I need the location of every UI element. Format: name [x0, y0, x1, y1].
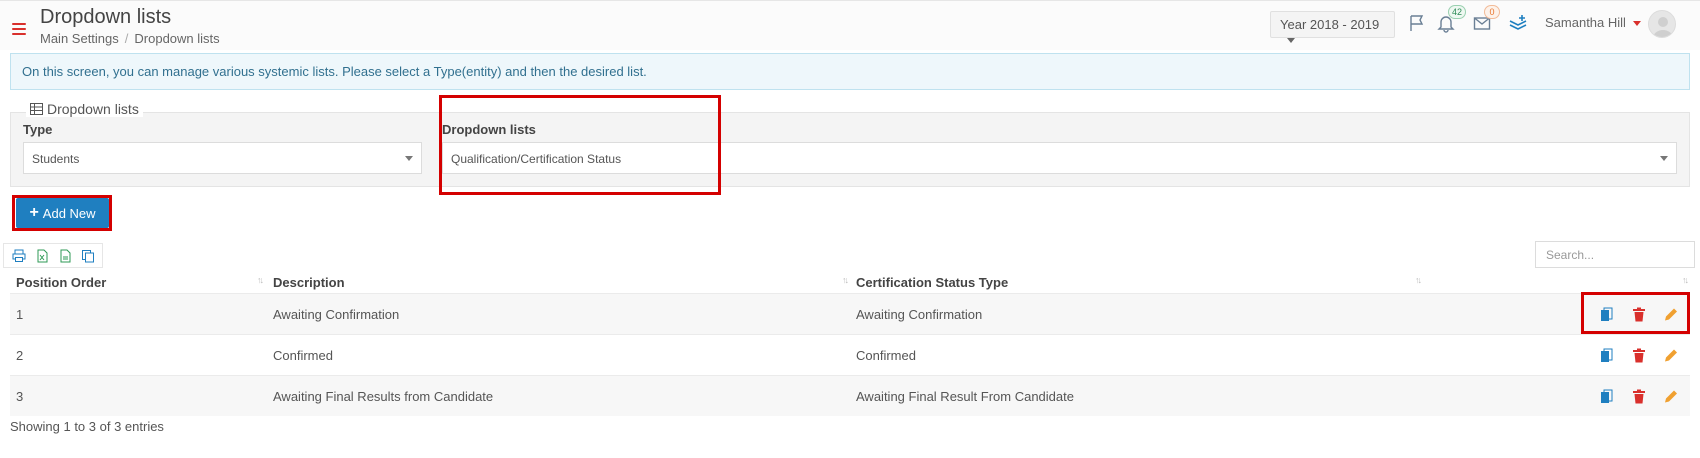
duplicate-icon[interactable] [1600, 389, 1614, 404]
description-cell: Awaiting Final Results from Candidate [273, 389, 494, 404]
notifications-badge: 42 [1448, 5, 1467, 19]
chevron-down-icon [1660, 156, 1668, 161]
highlight-add-new [12, 195, 112, 231]
export-toolbar [3, 243, 103, 268]
row-actions [1600, 389, 1678, 404]
info-note: On this screen, you can manage various s… [10, 53, 1690, 90]
table-row: 1 Awaiting Confirmation Awaiting Confirm… [10, 293, 1690, 334]
chevron-down-icon [405, 156, 413, 161]
top-bar: Dropdown lists Main Settings / Dropdown li… [0, 0, 1700, 50]
highlight-dropdown-list [439, 95, 721, 195]
copy-icon[interactable] [81, 249, 95, 263]
sort-asc-icon[interactable]: ↑↓ [257, 275, 264, 285]
position-order-cell: 2 [16, 348, 24, 363]
delete-icon[interactable] [1632, 348, 1646, 363]
sort-icon[interactable]: ↑↓ [1682, 275, 1689, 285]
layers-add-icon[interactable] [1508, 13, 1530, 35]
column-header-description[interactable]: Description [273, 275, 345, 290]
menu-icon[interactable] [12, 23, 26, 35]
type-label: Type [23, 122, 53, 137]
user-menu[interactable]: Samantha Hill [1545, 15, 1641, 30]
table-row: 2 Confirmed Confirmed [10, 334, 1690, 375]
filter-legend: Dropdown lists [26, 101, 143, 117]
table-header: Position Order ↑↓ Description ↑↓ Certifi… [10, 270, 1690, 293]
breadcrumb: Main Settings / Dropdown lists [40, 31, 220, 46]
avatar[interactable] [1648, 10, 1676, 38]
year-select[interactable]: Year 2018 - 2019 [1270, 11, 1395, 44]
page-title: Dropdown lists [40, 6, 172, 28]
sort-icon[interactable]: ↑↓ [842, 275, 849, 285]
status-type-cell: Awaiting Final Result From Candidate [856, 389, 1074, 404]
description-cell: Awaiting Confirmation [273, 307, 400, 322]
filter-legend-label: Dropdown lists [47, 101, 139, 117]
description-cell: Confirmed [273, 348, 333, 363]
type-select[interactable]: Students [23, 142, 422, 174]
column-header-status-type[interactable]: Certification Status Type [856, 275, 1008, 290]
print-icon[interactable] [12, 249, 26, 263]
bell-icon[interactable]: 42 [1436, 5, 1467, 35]
edit-icon[interactable] [1664, 348, 1678, 363]
table-info: Showing 1 to 3 of 3 entries [10, 419, 164, 434]
table-icon [30, 103, 43, 115]
duplicate-icon[interactable] [1600, 348, 1614, 363]
sort-icon[interactable]: ↑↓ [1415, 275, 1422, 285]
breadcrumb-current: Dropdown lists [134, 31, 220, 46]
flag-icon[interactable] [1407, 13, 1429, 35]
csv-icon[interactable] [58, 249, 72, 263]
data-table: Position Order ↑↓ Description ↑↓ Certifi… [10, 270, 1690, 416]
edit-icon[interactable] [1664, 389, 1678, 404]
delete-icon[interactable] [1632, 389, 1646, 404]
column-header-position-order[interactable]: Position Order [16, 275, 106, 290]
breadcrumb-main-settings[interactable]: Main Settings [40, 31, 119, 46]
row-actions [1600, 348, 1678, 363]
user-name: Samantha Hill [1545, 15, 1626, 30]
chevron-down-icon [1632, 21, 1641, 27]
envelope-icon[interactable]: 0 [1472, 5, 1500, 35]
position-order-cell: 3 [16, 389, 24, 404]
messages-badge: 0 [1484, 5, 1500, 19]
type-select-value: Students [32, 152, 80, 166]
search-input[interactable]: Search... [1535, 241, 1695, 268]
status-type-cell: Awaiting Confirmation [856, 307, 983, 322]
highlight-row-actions [1581, 292, 1690, 334]
table-row: 3 Awaiting Final Results from Candidate … [10, 375, 1690, 416]
status-type-cell: Confirmed [856, 348, 916, 363]
year-select-value: Year 2018 - 2019 [1280, 17, 1380, 32]
position-order-cell: 1 [16, 307, 24, 322]
chevron-down-icon [1287, 38, 1295, 44]
excel-icon[interactable] [35, 249, 49, 263]
